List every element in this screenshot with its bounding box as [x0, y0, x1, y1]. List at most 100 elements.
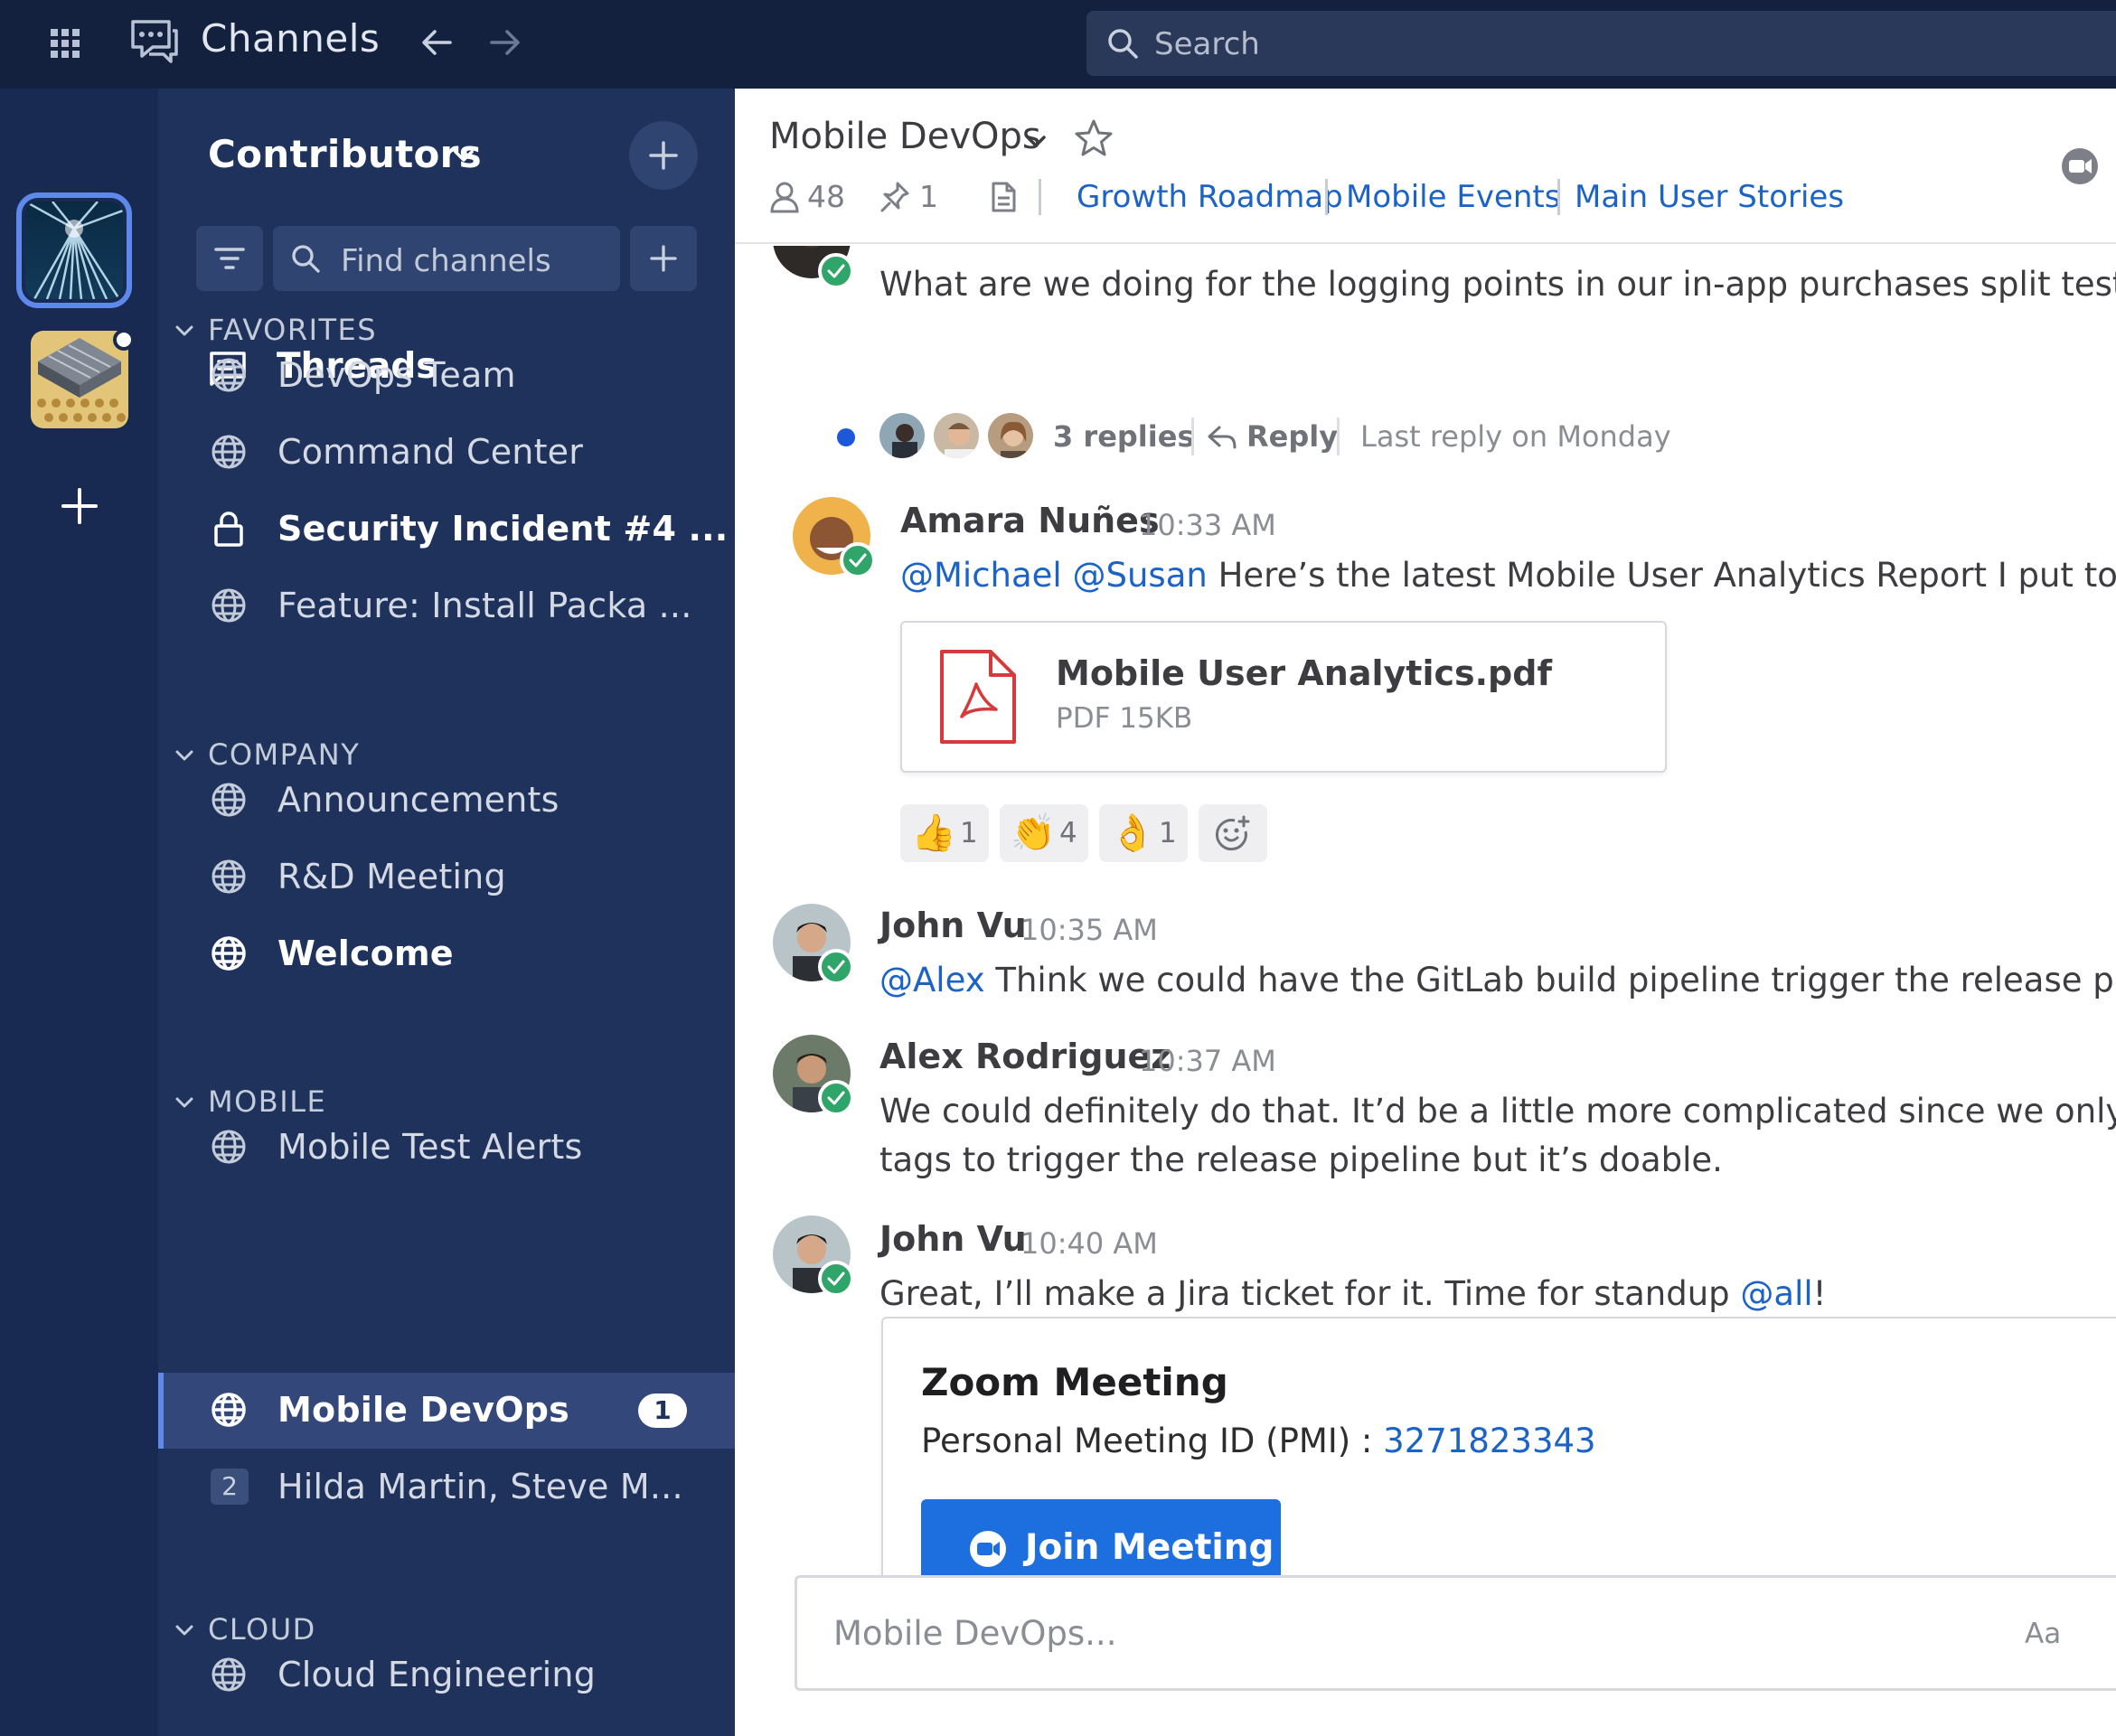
message-text: What are we doing for the logging points… [879, 265, 2116, 304]
message-author[interactable]: Amara Nuñes [900, 501, 1160, 540]
globe-icon [212, 435, 246, 469]
participant-avatar[interactable] [877, 410, 927, 461]
chevron-down-icon[interactable] [1024, 130, 1048, 154]
channel-header: Mobile DevOps 48 1 Growth Roadmap Mobile… [735, 89, 2116, 244]
sidebar-item-mobile-test-alerts[interactable]: Mobile Test Alerts [158, 1110, 735, 1186]
sidebar-item-security-incident[interactable]: Security Incident #4 ... [158, 492, 735, 568]
channel-name: Announcements [277, 780, 560, 820]
ok-hand-icon: 👌 [1110, 813, 1155, 853]
sidebar-item-rd-meeting[interactable]: R&D Meeting [158, 840, 735, 915]
reaction-clapping[interactable]: 👏 4 [1000, 804, 1088, 862]
star-icon[interactable] [1073, 117, 1114, 159]
add-reaction-button[interactable] [1199, 804, 1267, 862]
team-add-button[interactable] [629, 121, 698, 190]
reaction-ok-hand[interactable]: 👌 1 [1099, 804, 1188, 862]
message-text: Great, I’ll make a Jira ticket for it. T… [879, 1270, 1827, 1318]
file-name: Mobile User Analytics.pdf [1056, 653, 1552, 693]
files-icon[interactable] [988, 181, 1019, 213]
reply-button[interactable]: Reply [1246, 419, 1338, 454]
message-author[interactable]: John Vu [879, 1219, 1027, 1259]
channel-name: Feature: Install Packa ... [277, 586, 692, 625]
globe-icon [212, 1657, 246, 1692]
message-time[interactable]: 10:40 AM [1020, 1226, 1158, 1261]
participant-avatar[interactable] [985, 410, 1036, 461]
channel-name: Mobile Test Alerts [277, 1127, 583, 1167]
participant-avatar[interactable] [931, 410, 982, 461]
channel-name: Cloud Engineering [277, 1655, 597, 1694]
sidebar-item-command-center[interactable]: Command Center [158, 415, 735, 491]
file-attachment[interactable]: Mobile User Analytics.pdf PDF 15KB [900, 621, 1667, 773]
sidebar-item-feature-install[interactable]: Feature: Install Packa ... [158, 568, 735, 644]
channel-name: Welcome [277, 934, 454, 973]
message-body: Think we could have the GitLab build pip… [995, 961, 2116, 999]
message-text: We could definitely do that. It’d be a l… [879, 1092, 2116, 1131]
find-channels-input[interactable]: Find channels [273, 226, 620, 291]
add-channel-button[interactable] [630, 226, 697, 291]
sidebar-item-devops-team[interactable]: DevOps Team [158, 338, 735, 414]
message-composer-input[interactable]: Mobile DevOps... Aa [795, 1575, 2116, 1691]
status-online-icon [818, 253, 854, 289]
sidebar-item-announcements[interactable]: Announcements [158, 763, 735, 839]
status-online-icon [818, 1080, 854, 1116]
reply-arrow-icon[interactable] [1207, 425, 1237, 450]
pmi-link[interactable]: 3271823343 [1383, 1422, 1595, 1460]
join-meeting-button[interactable]: Join Meeting [921, 1499, 1281, 1583]
sidebar-item-mobile-devops[interactable]: Mobile DevOps 1 [158, 1373, 735, 1449]
video-call-icon[interactable] [2060, 146, 2100, 186]
pin-icon[interactable] [879, 181, 910, 213]
message-author[interactable]: Alex Rodriguez [879, 1037, 1171, 1076]
reply-count[interactable]: 3 replies [1053, 419, 1194, 454]
search-icon [1108, 29, 1138, 59]
sidebar-item-welcome[interactable]: Welcome [158, 916, 735, 992]
globe-icon [212, 936, 246, 971]
mention-michael[interactable]: @Michael [900, 556, 1062, 595]
mention-alex[interactable]: @Alex [879, 961, 985, 999]
bookmark-link-growth-roadmap[interactable]: Growth Roadmap [1077, 179, 1343, 215]
plus-icon[interactable] [60, 486, 99, 526]
message-body: Here’s the latest Mobile User Analytics … [1218, 556, 2116, 595]
dm-member-count: 2 [211, 1469, 249, 1505]
bookmark-link-main-user-stories[interactable]: Main User Stories [1575, 179, 1844, 215]
member-icon[interactable] [769, 181, 800, 213]
message-time[interactable]: 10:35 AM [1020, 913, 1158, 947]
join-meeting-label: Join Meeting [1025, 1527, 1274, 1568]
header-divider [1039, 179, 1041, 215]
team-name[interactable]: Contributors [208, 132, 482, 176]
formatting-toggle[interactable]: Aa [2025, 1618, 2061, 1650]
channel-name: Mobile DevOps [277, 1390, 569, 1430]
status-online-icon [818, 1261, 854, 1297]
channel-filter-button[interactable] [196, 226, 263, 291]
message-author[interactable]: John Vu [879, 906, 1027, 945]
global-search-input[interactable]: Search [1086, 11, 2116, 76]
bookmark-link-mobile-events[interactable]: Mobile Events [1346, 179, 1560, 215]
member-count[interactable]: 48 [807, 179, 845, 214]
sidebar-item-group-dm[interactable]: 2 Hilda Martin, Steve M... [158, 1450, 735, 1525]
chevron-down-icon[interactable] [452, 145, 475, 168]
arrow-right-icon[interactable] [486, 23, 524, 61]
mention-all[interactable]: @all [1740, 1274, 1812, 1313]
lock-icon [214, 511, 243, 547]
mention-susan[interactable]: @Susan [1072, 556, 1207, 595]
reaction-count: 1 [1159, 817, 1177, 849]
team-tile-active[interactable] [16, 192, 132, 308]
message-time[interactable]: 10:37 AM [1139, 1044, 1276, 1078]
channel-name: Security Incident #4 ... [277, 509, 729, 549]
pinned-count[interactable]: 1 [919, 179, 938, 214]
file-meta: PDF 15KB [1056, 702, 1193, 735]
arrow-left-icon[interactable] [418, 23, 456, 61]
channel-title[interactable]: Mobile DevOps [769, 116, 1041, 157]
plus-icon [649, 141, 678, 170]
sidebar-item-cloud-engineering[interactable]: Cloud Engineering [158, 1637, 735, 1713]
global-header: Channels Search [0, 0, 2116, 89]
status-online-icon [818, 949, 854, 985]
filter-icon [214, 248, 245, 269]
message-time[interactable]: 10:33 AM [1139, 508, 1276, 542]
team-sidebar [0, 89, 158, 1736]
message-list: What are we doing for the logging points… [735, 246, 2116, 1583]
channel-name: R&D Meeting [277, 857, 506, 896]
plus-icon [650, 245, 677, 272]
header-divider [1325, 179, 1328, 215]
reaction-thumbs-up[interactable]: 👍 1 [900, 804, 989, 862]
zoom-card-title: Zoom Meeting [921, 1360, 1228, 1404]
app-grid-icon[interactable] [47, 25, 83, 61]
